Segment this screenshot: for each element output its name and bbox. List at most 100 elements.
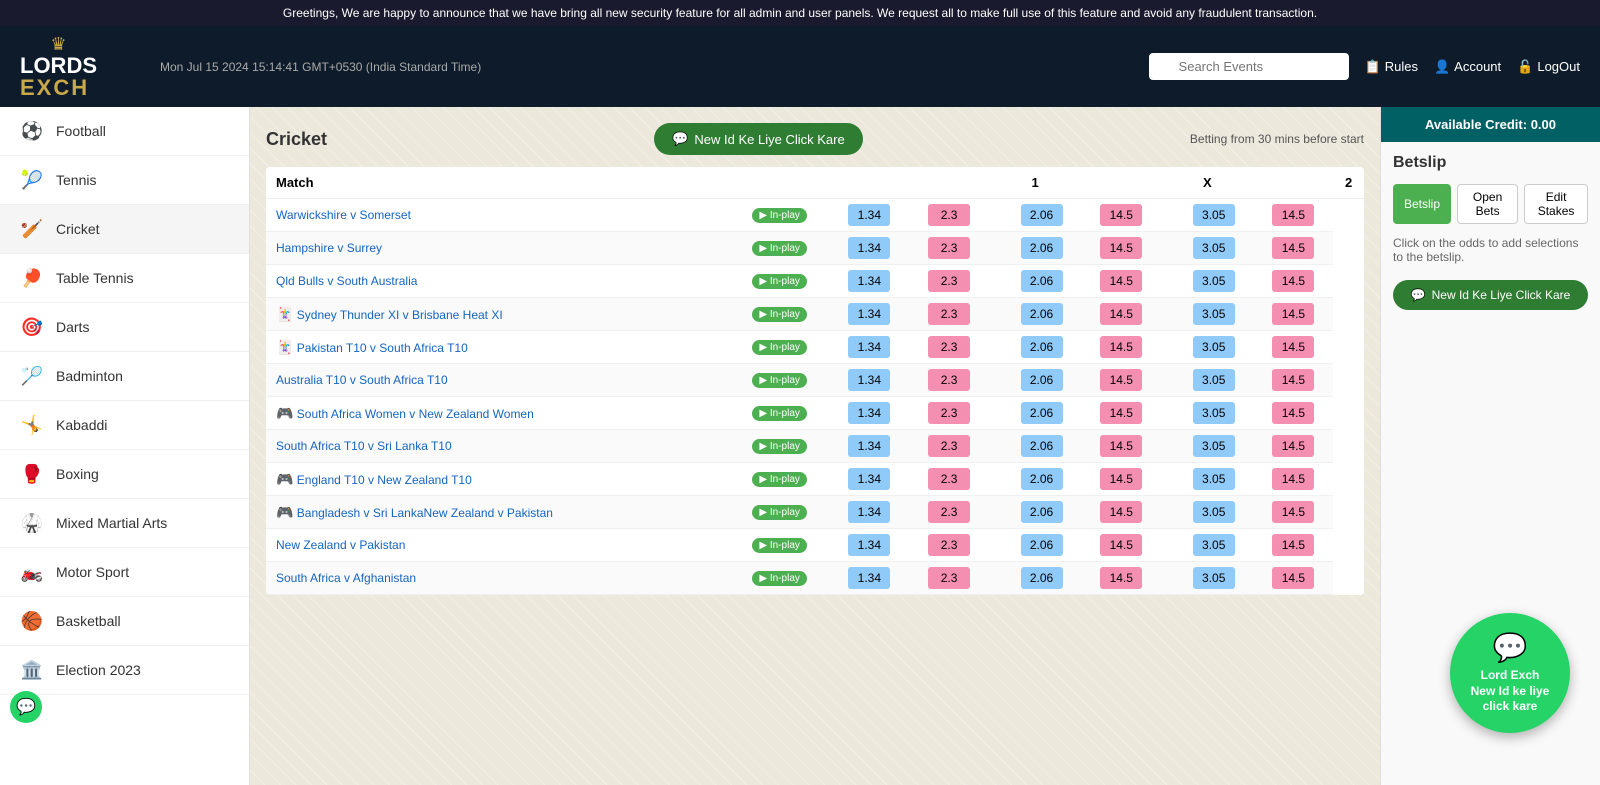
- back2-cell[interactable]: 3.05: [1174, 298, 1254, 331]
- lay1-odds[interactable]: 2.3: [928, 435, 970, 457]
- lay2-cell[interactable]: 14.5: [1254, 430, 1334, 463]
- backx-cell[interactable]: 2.06: [1002, 232, 1082, 265]
- layx-odds[interactable]: 14.5: [1100, 237, 1142, 259]
- back2-odds[interactable]: 3.05: [1193, 270, 1235, 292]
- layx-cell[interactable]: 14.5: [1081, 265, 1161, 298]
- sidebar-item-election-2023[interactable]: 🏛️ Election 2023: [0, 646, 249, 695]
- rules-link[interactable]: 📋 Rules: [1365, 59, 1418, 75]
- lay1-cell[interactable]: 2.3: [909, 331, 989, 364]
- lay2-odds[interactable]: 14.5: [1272, 336, 1314, 358]
- layx-odds[interactable]: 14.5: [1100, 468, 1142, 490]
- lay2-cell[interactable]: 14.5: [1254, 364, 1334, 397]
- layx-odds[interactable]: 14.5: [1100, 402, 1142, 424]
- lay1-odds[interactable]: 2.3: [928, 237, 970, 259]
- backx-odds[interactable]: 2.06: [1021, 501, 1063, 523]
- layx-cell[interactable]: 14.5: [1081, 430, 1161, 463]
- back2-odds[interactable]: 3.05: [1193, 468, 1235, 490]
- lay2-odds[interactable]: 14.5: [1272, 204, 1314, 226]
- back1-cell[interactable]: 1.34: [829, 529, 909, 562]
- layx-cell[interactable]: 14.5: [1081, 463, 1161, 496]
- back2-odds[interactable]: 3.05: [1193, 204, 1235, 226]
- sidebar-item-badminton[interactable]: 🏸 Badminton: [0, 352, 249, 401]
- match-link[interactable]: England T10 v New Zealand T10: [297, 473, 472, 487]
- lay2-odds[interactable]: 14.5: [1272, 237, 1314, 259]
- backx-cell[interactable]: 2.06: [1002, 463, 1082, 496]
- backx-cell[interactable]: 2.06: [1002, 562, 1082, 595]
- match-link[interactable]: New Zealand v Pakistan: [276, 538, 405, 552]
- layx-cell[interactable]: 14.5: [1081, 232, 1161, 265]
- back2-odds[interactable]: 3.05: [1193, 534, 1235, 556]
- back1-odds[interactable]: 1.34: [848, 402, 890, 424]
- back1-odds[interactable]: 1.34: [848, 270, 890, 292]
- backx-odds[interactable]: 2.06: [1021, 204, 1063, 226]
- back2-odds[interactable]: 3.05: [1193, 369, 1235, 391]
- lay1-odds[interactable]: 2.3: [928, 303, 970, 325]
- match-link[interactable]: Sydney Thunder XI v Brisbane Heat XI: [297, 308, 503, 322]
- lay2-cell[interactable]: 14.5: [1254, 265, 1334, 298]
- layx-cell[interactable]: 14.5: [1081, 496, 1161, 529]
- lay2-odds[interactable]: 14.5: [1272, 501, 1314, 523]
- layx-cell[interactable]: 14.5: [1081, 529, 1161, 562]
- lay2-cell[interactable]: 14.5: [1254, 331, 1334, 364]
- layx-odds[interactable]: 14.5: [1100, 435, 1142, 457]
- lay1-odds[interactable]: 2.3: [928, 468, 970, 490]
- account-link[interactable]: 👤 Account: [1434, 59, 1501, 75]
- back1-odds[interactable]: 1.34: [848, 204, 890, 226]
- back2-odds[interactable]: 3.05: [1193, 303, 1235, 325]
- sidebar-item-boxing[interactable]: 🥊 Boxing: [0, 450, 249, 499]
- layx-odds[interactable]: 14.5: [1100, 567, 1142, 589]
- lay1-odds[interactable]: 2.3: [928, 369, 970, 391]
- back1-odds[interactable]: 1.34: [848, 369, 890, 391]
- backx-odds[interactable]: 2.06: [1021, 468, 1063, 490]
- back2-cell[interactable]: 3.05: [1174, 562, 1254, 595]
- backx-cell[interactable]: 2.06: [1002, 496, 1082, 529]
- search-input[interactable]: [1149, 53, 1349, 80]
- lay1-cell[interactable]: 2.3: [909, 364, 989, 397]
- sidebar-item-motor-sport[interactable]: 🏍️ Motor Sport: [0, 548, 249, 597]
- tab-open-bets[interactable]: Open Bets: [1457, 184, 1518, 224]
- back1-cell[interactable]: 1.34: [829, 331, 909, 364]
- layx-cell[interactable]: 14.5: [1081, 199, 1161, 232]
- back2-cell[interactable]: 3.05: [1174, 430, 1254, 463]
- layx-cell[interactable]: 14.5: [1081, 397, 1161, 430]
- lay1-cell[interactable]: 2.3: [909, 529, 989, 562]
- backx-cell[interactable]: 2.06: [1002, 529, 1082, 562]
- lay1-cell[interactable]: 2.3: [909, 199, 989, 232]
- backx-odds[interactable]: 2.06: [1021, 270, 1063, 292]
- backx-cell[interactable]: 2.06: [1002, 430, 1082, 463]
- backx-odds[interactable]: 2.06: [1021, 303, 1063, 325]
- sidebar-item-darts[interactable]: 🎯 Darts: [0, 303, 249, 352]
- lay2-odds[interactable]: 14.5: [1272, 303, 1314, 325]
- back2-odds[interactable]: 3.05: [1193, 567, 1235, 589]
- back1-cell[interactable]: 1.34: [829, 397, 909, 430]
- lay2-odds[interactable]: 14.5: [1272, 402, 1314, 424]
- sidebar-item-kabaddi[interactable]: 🤸 Kabaddi: [0, 401, 249, 450]
- lay1-odds[interactable]: 2.3: [928, 270, 970, 292]
- layx-odds[interactable]: 14.5: [1100, 204, 1142, 226]
- backx-odds[interactable]: 2.06: [1021, 534, 1063, 556]
- sidebar-item-table-tennis[interactable]: 🏓 Table Tennis: [0, 254, 249, 303]
- match-link[interactable]: Hampshire v Surrey: [276, 241, 382, 255]
- layx-cell[interactable]: 14.5: [1081, 364, 1161, 397]
- lay2-cell[interactable]: 14.5: [1254, 529, 1334, 562]
- back2-odds[interactable]: 3.05: [1193, 237, 1235, 259]
- lay1-odds[interactable]: 2.3: [928, 501, 970, 523]
- layx-odds[interactable]: 14.5: [1100, 534, 1142, 556]
- match-link[interactable]: Pakistan T10 v South Africa T10: [297, 341, 468, 355]
- back1-cell[interactable]: 1.34: [829, 364, 909, 397]
- back2-cell[interactable]: 3.05: [1174, 364, 1254, 397]
- back2-cell[interactable]: 3.05: [1174, 529, 1254, 562]
- back2-odds[interactable]: 3.05: [1193, 402, 1235, 424]
- back1-odds[interactable]: 1.34: [848, 501, 890, 523]
- sidebar-item-mixed-martial-arts[interactable]: 🥋 Mixed Martial Arts: [0, 499, 249, 548]
- match-link[interactable]: South Africa T10 v Sri Lanka T10: [276, 439, 452, 453]
- backx-odds[interactable]: 2.06: [1021, 369, 1063, 391]
- back1-cell[interactable]: 1.34: [829, 430, 909, 463]
- lay1-odds[interactable]: 2.3: [928, 534, 970, 556]
- match-link[interactable]: Australia T10 v South Africa T10: [276, 373, 448, 387]
- back2-odds[interactable]: 3.05: [1193, 501, 1235, 523]
- tab-betslip[interactable]: Betslip: [1393, 184, 1451, 224]
- lay1-odds[interactable]: 2.3: [928, 402, 970, 424]
- lay1-odds[interactable]: 2.3: [928, 204, 970, 226]
- lay2-odds[interactable]: 14.5: [1272, 369, 1314, 391]
